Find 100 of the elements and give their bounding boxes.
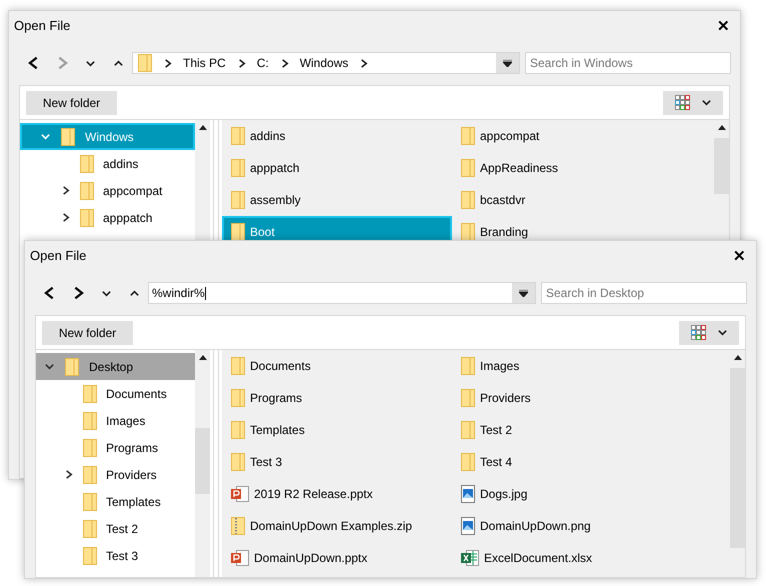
dropdown-arrow-icon (503, 60, 512, 66)
tree-item[interactable]: Test 3 (36, 542, 195, 569)
tree-item[interactable]: addins (20, 150, 195, 177)
text-cursor (204, 286, 206, 300)
folder-icon (83, 492, 97, 510)
folder-icon (231, 159, 245, 177)
up-chevron-icon (112, 58, 124, 68)
folder-icon (231, 421, 245, 439)
tree-item[interactable]: Images (36, 407, 195, 434)
dropdown-arrow-icon (519, 290, 528, 296)
search-field[interactable]: Search in Desktop (541, 282, 747, 304)
file-item[interactable]: Test 2 (452, 414, 730, 446)
file-item[interactable]: Programs (222, 382, 452, 414)
presentation-file-icon (231, 485, 249, 503)
window-title: Open File (30, 247, 86, 266)
address-bar[interactable]: %windir% (148, 282, 536, 304)
tree-item[interactable]: Programs (36, 434, 195, 461)
tree-item[interactable]: Desktop (36, 353, 195, 380)
file-item[interactable]: AppReadiness (452, 152, 714, 184)
dropdown-button[interactable] (496, 53, 519, 73)
spreadsheet-file-icon (461, 549, 479, 567)
new-folder-button[interactable]: New folder (26, 90, 117, 114)
scroll-up-arrow-icon[interactable] (198, 124, 206, 130)
folder-icon (83, 438, 97, 456)
tree-item[interactable]: apppatch (20, 204, 195, 231)
folder-icon (461, 389, 475, 407)
chevron-down-icon (44, 361, 55, 372)
folder-icon (65, 358, 79, 376)
folder-icon (80, 208, 94, 226)
tree-item[interactable]: appcompat (20, 177, 195, 204)
file-item[interactable]: ExcelDocument.xlsx (452, 542, 730, 574)
folder-icon (461, 191, 475, 209)
file-item[interactable]: Templates (222, 414, 452, 446)
file-item[interactable]: DomainUpDown.png (452, 510, 730, 542)
folder-icon (461, 223, 475, 241)
folder-icon (461, 421, 475, 439)
file-item[interactable]: Test 4 (452, 446, 730, 478)
tree-item[interactable]: Test 2 (36, 515, 195, 542)
tree-item[interactable]: Templates (36, 488, 195, 515)
folder-icon (80, 154, 94, 172)
folder-icon (83, 466, 97, 484)
close-button[interactable]: ✕ (717, 18, 730, 34)
folder-icon (231, 191, 245, 209)
folder-icon (461, 453, 475, 471)
folder-icon (231, 357, 245, 375)
scroll-up-arrow-icon[interactable] (198, 354, 206, 360)
folder-icon (61, 128, 75, 146)
file-item[interactable]: appcompat (452, 120, 714, 152)
up-chevron-icon (128, 288, 140, 298)
folder-icon (231, 389, 245, 407)
folder-icon (461, 159, 475, 177)
file-item[interactable]: 2019 R2 Release.pptx (222, 478, 452, 510)
folder-icon (83, 520, 97, 538)
file-item[interactable]: DomainUpDown Examples.zip (222, 510, 452, 542)
breadcrumb-item[interactable]: This PC (183, 54, 226, 72)
folder-icon (80, 182, 94, 200)
file-item[interactable]: DomainUpDown.pptx (222, 542, 452, 574)
view-button[interactable] (679, 320, 739, 344)
address-bar[interactable]: This PC C: Windows (132, 52, 520, 74)
scroll-up-arrow-icon[interactable] (734, 354, 742, 360)
file-item[interactable]: apppatch (222, 152, 452, 184)
folder-icon (83, 412, 97, 430)
breadcrumb-item[interactable]: C: (256, 54, 269, 72)
address-text: %windir% (152, 285, 205, 302)
view-grid-icon (690, 325, 706, 340)
file-item[interactable]: bcastdvr (452, 184, 714, 216)
image-file-icon (461, 485, 475, 503)
view-button[interactable] (663, 90, 723, 114)
tree-item[interactable]: Providers (36, 461, 195, 488)
folder-icon (83, 384, 97, 402)
breadcrumb-item[interactable]: Windows (300, 54, 348, 72)
chevron-down-icon (40, 131, 51, 142)
file-item[interactable]: Test 3 (222, 446, 452, 478)
view-grid-icon (674, 95, 690, 110)
file-item[interactable]: Providers (452, 382, 730, 414)
file-item[interactable]: Dogs.jpg (452, 478, 730, 510)
file-item[interactable]: Documents (222, 350, 452, 382)
folder-icon (83, 546, 97, 564)
dropdown-button[interactable] (512, 283, 535, 303)
file-item[interactable]: assembly (222, 184, 452, 216)
file-item[interactable]: addins (222, 120, 452, 152)
chevron-down-icon (716, 327, 728, 338)
folder-icon (461, 357, 475, 375)
folder-icon (231, 453, 245, 471)
scrollbar[interactable] (195, 350, 210, 577)
folder-icon (138, 54, 152, 72)
tree-item[interactable]: Documents (36, 380, 195, 407)
folder-icon (231, 127, 245, 145)
close-button[interactable]: ✕ (733, 248, 746, 264)
file-item[interactable]: Branding (452, 216, 714, 248)
folder-icon (461, 127, 475, 145)
new-folder-button[interactable]: New folder (42, 320, 133, 344)
chevron-down-icon (700, 97, 712, 108)
scrollbar-thumb[interactable] (195, 428, 210, 494)
file-item[interactable]: Images (452, 350, 730, 382)
window-title: Open File (14, 17, 70, 36)
folder-icon (231, 223, 245, 241)
presentation-file-icon (231, 549, 249, 567)
scroll-up-arrow-icon[interactable] (718, 124, 726, 130)
search-field[interactable]: Search in Windows (525, 52, 731, 74)
